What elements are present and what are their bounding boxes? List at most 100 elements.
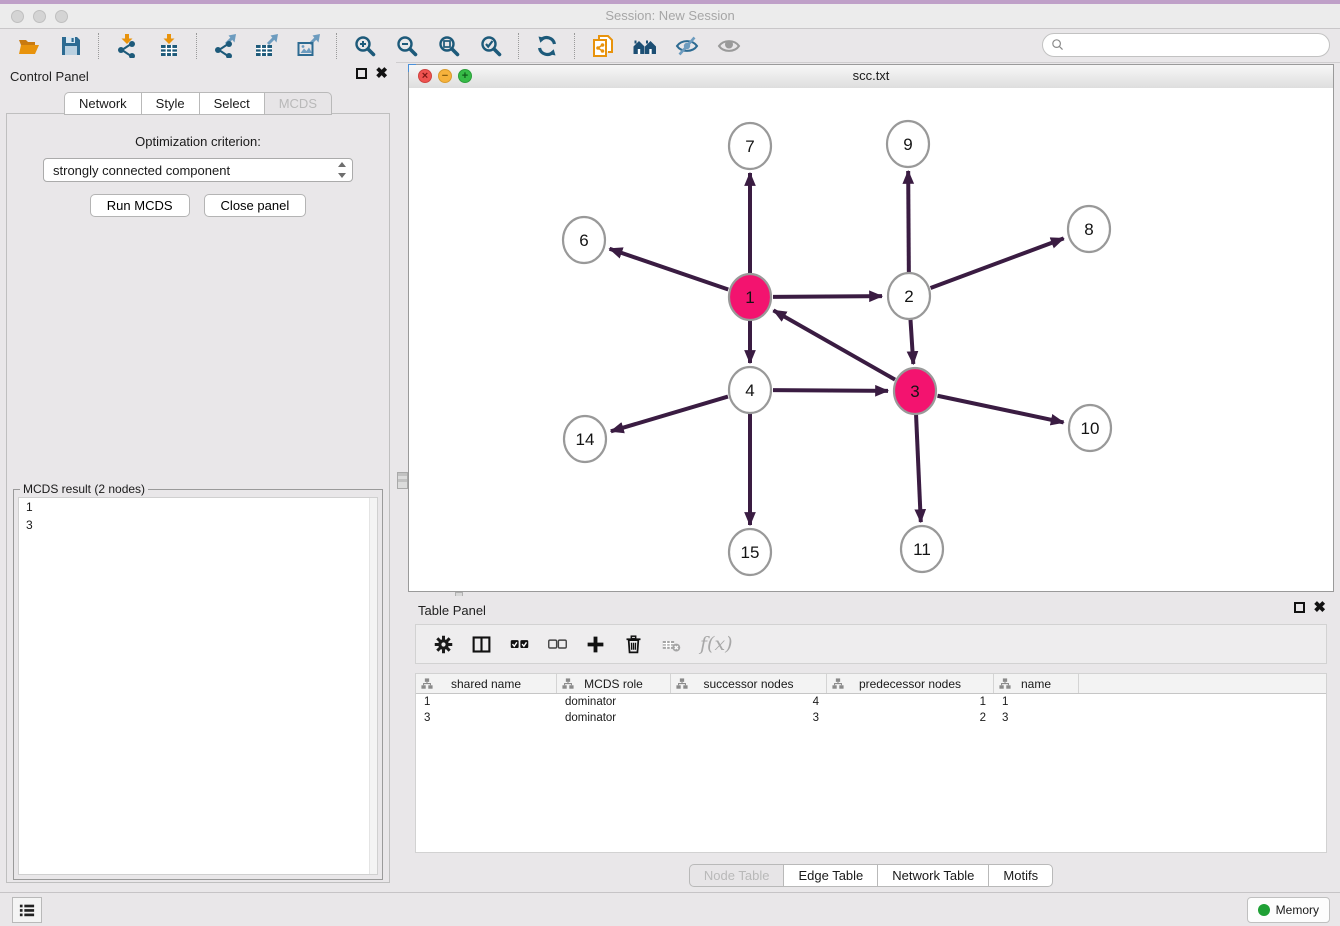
import-network-icon[interactable] — [113, 32, 141, 60]
close-panel-icon[interactable]: ✖ — [1313, 602, 1326, 613]
export-network-icon[interactable] — [211, 32, 239, 60]
float-panel-icon[interactable] — [1294, 602, 1305, 613]
tab-motifs[interactable]: Motifs — [988, 864, 1053, 887]
task-history-button[interactable] — [12, 897, 42, 923]
attribute-icon — [562, 678, 574, 690]
edge-4-14[interactable] — [611, 397, 728, 432]
select-all-columns-icon[interactable] — [506, 631, 532, 657]
tab-edge-table[interactable]: Edge Table — [783, 864, 877, 887]
control-panel-header: Control Panel ✖ — [0, 62, 396, 90]
edge-2-9[interactable] — [908, 171, 909, 273]
zoom-in-icon[interactable] — [351, 32, 379, 60]
application-window: { "title_bar": { "title": "Session: New … — [0, 0, 1340, 926]
toolbar-separator — [518, 33, 520, 59]
node-label: 4 — [745, 381, 754, 400]
clone-network-icon[interactable] — [589, 32, 617, 60]
table-body: 1dominator4113dominator323 — [416, 694, 1326, 726]
save-session-icon[interactable] — [57, 32, 85, 60]
toolbar-separator — [336, 33, 338, 59]
node-label: 7 — [745, 137, 754, 156]
run-mcds-button[interactable]: Run MCDS — [90, 194, 190, 217]
mcds-result-item[interactable]: 1 — [19, 498, 377, 516]
attribute-icon — [999, 678, 1011, 690]
select-stepper-icon — [336, 162, 347, 178]
table-cell[interactable]: 1 — [994, 696, 1079, 708]
toolbar-separator — [574, 33, 576, 59]
import-table-icon[interactable] — [155, 32, 183, 60]
network-title: scc.txt — [409, 68, 1333, 83]
edge-3-1[interactable] — [773, 310, 895, 379]
node-table[interactable]: shared nameMCDS rolesuccessor nodesprede… — [415, 673, 1327, 853]
memory-button[interactable]: Memory — [1247, 897, 1330, 923]
control-panel-title: Control Panel — [10, 69, 89, 84]
zoom-out-icon[interactable] — [393, 32, 421, 60]
close-panel-icon[interactable]: ✖ — [375, 68, 388, 79]
column-header-predecessor-nodes[interactable]: predecessor nodes — [827, 674, 994, 693]
export-table-icon[interactable] — [253, 32, 281, 60]
edge-3-10[interactable] — [938, 396, 1064, 423]
status-bar: Memory — [0, 892, 1340, 926]
refresh-icon[interactable] — [533, 32, 561, 60]
zoom-selected-icon[interactable] — [477, 32, 505, 60]
hide-graphics-details-icon[interactable] — [673, 32, 701, 60]
column-header-successor-nodes[interactable]: successor nodes — [671, 674, 827, 693]
home-icon[interactable] — [631, 32, 659, 60]
tab-network-table[interactable]: Network Table — [877, 864, 988, 887]
mcds-result-list[interactable]: 13 — [18, 497, 378, 875]
table-cell[interactable]: 3 — [994, 712, 1079, 724]
zoom-fit-icon[interactable] — [435, 32, 463, 60]
table-row[interactable]: 1dominator411 — [416, 694, 1326, 710]
panel-resize-grip[interactable] — [397, 472, 408, 489]
table-cell[interactable]: dominator — [557, 712, 671, 724]
table-cell[interactable]: 3 — [671, 712, 827, 724]
table-cell[interactable]: 1 — [827, 696, 994, 708]
column-header-shared-name[interactable]: shared name — [416, 674, 557, 693]
delete-row-icon[interactable] — [620, 631, 646, 657]
attribute-icon — [676, 678, 688, 690]
table-panel-title: Table Panel — [418, 603, 486, 618]
table-row[interactable]: 3dominator323 — [416, 710, 1326, 726]
split-panel-icon[interactable] — [468, 631, 494, 657]
network-canvas[interactable]: 7968124314101511 — [409, 88, 1333, 591]
tab-style[interactable]: Style — [141, 92, 199, 115]
node-label: 14 — [576, 430, 595, 449]
table-cell[interactable]: 3 — [416, 712, 557, 724]
table-cell[interactable]: 1 — [416, 696, 557, 708]
edge-1-6[interactable] — [610, 249, 729, 290]
open-file-icon[interactable] — [15, 32, 43, 60]
add-row-icon[interactable] — [582, 631, 608, 657]
unselect-all-columns-icon[interactable] — [544, 631, 570, 657]
tab-node-table[interactable]: Node Table — [689, 864, 784, 887]
control-panel-tabs: NetworkStyleSelectMCDS — [0, 92, 396, 115]
export-image-icon[interactable] — [295, 32, 323, 60]
search-box[interactable] — [1042, 33, 1330, 57]
node-label: 6 — [579, 231, 588, 250]
table-panel-header: Table Panel ✖ — [408, 596, 1334, 624]
show-graphics-details-icon[interactable] — [715, 32, 743, 60]
edge-2-3[interactable] — [910, 319, 913, 364]
table-cell[interactable]: 2 — [827, 712, 994, 724]
table-cell[interactable]: dominator — [557, 696, 671, 708]
column-header-name[interactable]: name — [994, 674, 1079, 693]
task-list-icon — [18, 902, 36, 918]
table-panel: Table Panel ✖ f(x) shared nameMCDS roles… — [408, 596, 1334, 893]
tab-network[interactable]: Network — [64, 92, 141, 115]
search-input[interactable] — [1070, 37, 1321, 53]
toolbar-separator — [98, 33, 100, 59]
scrollbar[interactable] — [369, 498, 377, 874]
tab-mcds[interactable]: MCDS — [264, 92, 332, 115]
mcds-result-item[interactable]: 3 — [19, 516, 377, 534]
edge-4-3[interactable] — [773, 390, 888, 391]
settings-gear-icon[interactable] — [430, 631, 456, 657]
edge-3-11[interactable] — [916, 414, 921, 522]
panel-divider[interactable] — [396, 62, 408, 893]
edge-1-2[interactable] — [773, 296, 882, 297]
criterion-select[interactable]: strongly connected component — [43, 158, 353, 182]
edge-2-8[interactable] — [931, 238, 1064, 288]
table-cell[interactable]: 4 — [671, 696, 827, 708]
float-panel-icon[interactable] — [356, 68, 367, 79]
tab-select[interactable]: Select — [199, 92, 264, 115]
column-header-MCDS-role[interactable]: MCDS role — [557, 674, 671, 693]
close-panel-button[interactable]: Close panel — [204, 194, 307, 217]
network-window-title-bar: × − + scc.txt — [409, 65, 1333, 89]
